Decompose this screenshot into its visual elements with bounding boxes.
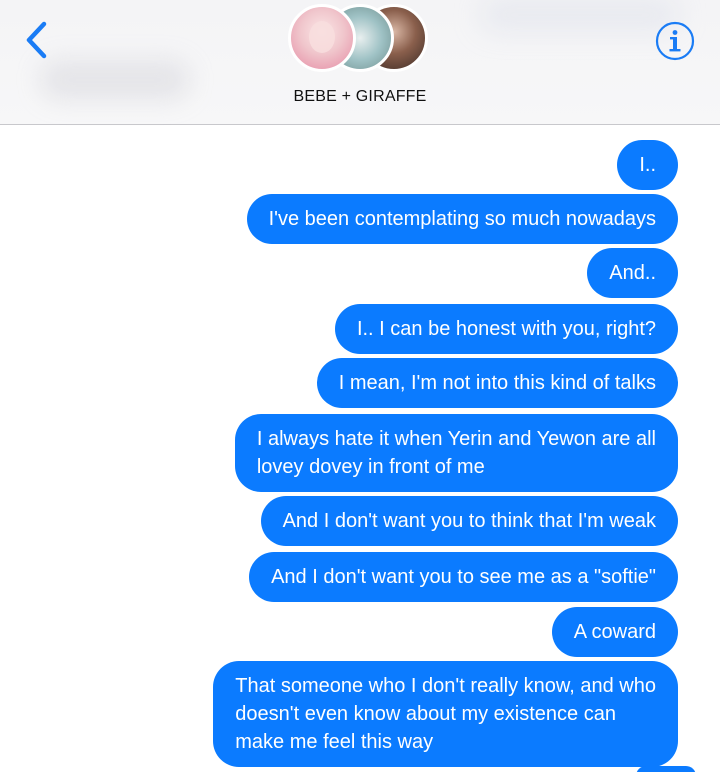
- chevron-left-icon: [26, 21, 47, 59]
- avatar: [288, 4, 356, 72]
- info-button[interactable]: [654, 20, 696, 62]
- sent-message[interactable]: I..: [617, 140, 678, 190]
- conversation-title[interactable]: BEBE + GIRAFFE: [0, 88, 720, 106]
- sent-message[interactable]: And I don't want you to think that I'm w…: [260, 496, 678, 546]
- sent-message[interactable]: I've been contemplating so much nowadays: [246, 194, 678, 244]
- conversation-header: BEBE + GIRAFFE: [0, 0, 720, 125]
- message-thread[interactable]: I.. I've been contemplating so much nowa…: [0, 124, 720, 772]
- sent-message[interactable]: That someone who I don't really know, an…: [213, 661, 678, 767]
- sent-message[interactable]: I mean, I'm not into this kind of talks: [316, 358, 678, 408]
- info-circle-icon: [655, 21, 695, 61]
- next-message-edge: [636, 766, 696, 772]
- avatar-photo: [309, 21, 335, 53]
- group-avatars[interactable]: [288, 4, 432, 74]
- back-button[interactable]: [18, 20, 58, 60]
- messages-screen: BEBE + GIRAFFE I.. I've been contemplati…: [0, 0, 720, 772]
- sent-message[interactable]: I always hate it when Yerin and Yewon ar…: [234, 414, 678, 492]
- sent-message[interactable]: And..: [587, 248, 678, 298]
- sent-message[interactable]: I.. I can be honest with you, right?: [334, 304, 678, 354]
- status-bar-blur: [480, 0, 680, 30]
- sent-message[interactable]: And I don't want you to see me as a "sof…: [249, 552, 678, 602]
- sent-message[interactable]: A coward: [551, 607, 678, 657]
